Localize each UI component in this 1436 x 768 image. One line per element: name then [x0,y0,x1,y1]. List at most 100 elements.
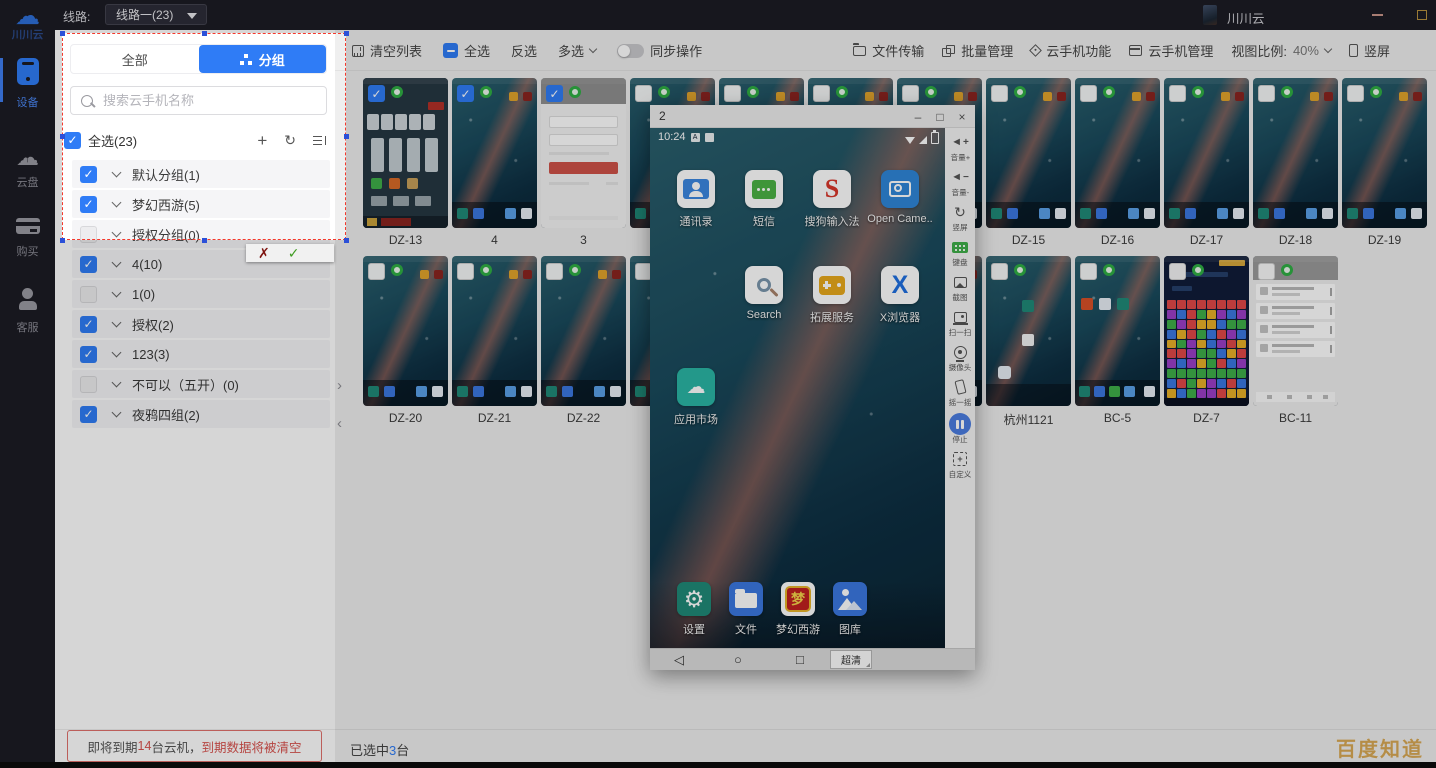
collapse-list-icon[interactable] [313,135,326,146]
app-camera[interactable]: Open Came.. [866,170,934,229]
select-all-checkbox[interactable]: ✓ [64,132,81,149]
phone-maximize-button[interactable]: □ [929,105,951,128]
device-checkbox[interactable] [368,263,385,280]
phone-minimize-button[interactable]: – [907,105,929,128]
selection-handle[interactable] [202,238,207,243]
nav-home-icon[interactable]: ○ [734,652,742,668]
phone-features-button[interactable]: 云手机功能 [1031,41,1111,60]
selection-handle[interactable] [60,134,65,139]
selection-handle[interactable] [60,31,65,36]
device-thumbnail[interactable] [363,256,448,406]
group-row[interactable]: ✓授权(2) [72,310,330,338]
device-checkbox[interactable]: ✓ [457,85,474,102]
phone-close-button[interactable]: × [951,105,973,128]
app-search[interactable]: Search [730,266,798,325]
quality-button[interactable]: 超清 [830,650,872,669]
group-row[interactable]: 不可以（五开）(0) [72,370,330,398]
device-checkbox[interactable] [1080,263,1097,280]
group-row[interactable]: ✓梦幻西游(5) [72,190,330,218]
app-sms[interactable]: 短信 [730,170,798,229]
device-checkbox[interactable] [991,85,1008,102]
device-checkbox[interactable]: ✓ [368,85,385,102]
app-mhxy[interactable]: 梦梦幻西游 [772,582,824,648]
group-checkbox[interactable] [80,286,97,303]
selection-handle[interactable] [344,31,349,36]
app-settings[interactable]: ⚙设置 [668,582,720,648]
group-checkbox[interactable]: ✓ [80,196,97,213]
indeterminate-checkbox[interactable] [443,43,458,58]
device-checkbox[interactable] [1258,263,1275,280]
tool-scan[interactable]: 扫一扫 [948,307,972,338]
sidebar-item-clouddisk[interactable]: ☁↑云盘 [0,146,55,190]
phone-screen[interactable]: 10:24 A 通讯录短信S搜狗输入法Open Came.. Search拓展服… [650,128,945,648]
view-scale-dropdown[interactable]: 视图比例: 40% [1231,41,1331,60]
sidebar-item-purchase[interactable]: 购买 [0,218,55,259]
device-thumbnail[interactable] [1164,78,1249,228]
device-checkbox[interactable] [724,85,741,102]
app-gamepad[interactable]: 拓展服务 [798,266,866,325]
group-checkbox[interactable] [80,226,97,243]
device-thumbnail[interactable] [986,256,1071,406]
invert-select-button[interactable]: 反选 [511,41,537,60]
selection-handle[interactable] [344,238,349,243]
group-checkbox[interactable]: ✓ [80,256,97,273]
device-thumbnail[interactable] [1253,78,1338,228]
device-checkbox[interactable] [1347,85,1364,102]
tool-webcam[interactable]: 摄像头 [948,342,972,373]
device-thumbnail[interactable] [1075,78,1160,228]
device-checkbox[interactable] [1080,85,1097,102]
device-checkbox[interactable] [1258,85,1275,102]
device-checkbox[interactable] [546,263,563,280]
device-checkbox[interactable] [1169,85,1186,102]
tool-vol-up[interactable]: ◄+音量+ [950,132,971,163]
device-thumbnail[interactable] [541,256,626,406]
multi-select-button[interactable]: 多选 [558,41,596,60]
app-appstore[interactable]: ☁应用市场 [662,368,730,427]
tool-stop[interactable]: 停止 [949,414,971,445]
device-checkbox[interactable]: ✓ [546,85,563,102]
selection-handle[interactable] [202,31,207,36]
clear-list-button[interactable]: 清空列表 [352,41,422,60]
group-row[interactable]: ✓默认分组(1) [72,160,330,188]
device-checkbox[interactable] [635,85,652,102]
nav-recents-icon[interactable]: □ [796,652,804,668]
tool-shake[interactable]: 摇一摇 [948,377,972,408]
select-all-toolbar[interactable]: 全选 [443,41,490,60]
confirm-screenshot-icon[interactable]: ✓ [288,246,300,260]
minimize-button[interactable] [1362,0,1392,30]
tool-vol-down[interactable]: ◄−音量- [951,167,970,198]
add-group-icon[interactable]: + [257,132,267,149]
device-checkbox[interactable] [813,85,830,102]
group-checkbox[interactable]: ✓ [80,166,97,183]
device-checkbox[interactable] [1169,263,1186,280]
group-checkbox[interactable]: ✓ [80,346,97,363]
tool-rotate[interactable]: ↻竖屏 [952,202,968,233]
app-files[interactable]: 文件 [720,582,772,648]
device-thumbnail[interactable] [1075,256,1160,406]
nav-back-icon[interactable]: ◁ [674,652,684,668]
group-checkbox[interactable]: ✓ [80,406,97,423]
device-thumbnail[interactable] [1342,78,1427,228]
group-row[interactable]: ✓夜鸦四组(2) [72,400,330,428]
app-sogou[interactable]: S搜狗输入法 [798,170,866,229]
device-thumbnail[interactable] [452,256,537,406]
toggle-off-icon[interactable] [617,44,644,58]
device-thumbnail[interactable] [1253,256,1338,406]
portrait-button[interactable]: 竖屏 [1349,41,1390,60]
device-checkbox[interactable] [902,85,919,102]
tool-screenshot[interactable]: 截图 [952,272,968,303]
app-contacts[interactable]: 通讯录 [662,170,730,229]
batch-manage-button[interactable]: 批量管理 [942,41,1013,60]
device-thumbnail[interactable] [986,78,1071,228]
device-thumbnail[interactable]: ✓ [363,78,448,228]
sidebar-item-support[interactable]: 客服 [0,288,55,335]
phone-window-titlebar[interactable]: 2 – □ × [650,105,975,128]
selection-handle[interactable] [344,134,349,139]
cancel-screenshot-icon[interactable]: ✗ [258,246,270,260]
app-gallery[interactable]: 图库 [824,582,876,648]
line-dropdown[interactable]: 线路一(23) [105,4,207,25]
selection-handle[interactable] [60,238,65,243]
tab-group[interactable]: 分组 [199,45,327,73]
group-row[interactable]: ✓123(3) [72,340,330,368]
search-input[interactable] [101,92,326,109]
